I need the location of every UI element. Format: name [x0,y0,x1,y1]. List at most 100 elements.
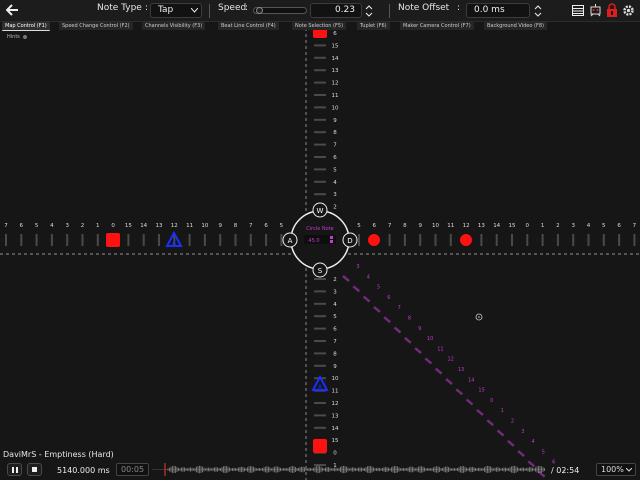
beat-tick [314,193,326,196]
beat-number-label: 10 [201,223,208,229]
beat-tick [314,131,326,134]
square-note[interactable] [106,233,120,247]
beat-tick [265,234,268,246]
diagonal-beat-tick [403,336,412,344]
beat-tick [314,464,326,466]
robot-icon[interactable] [589,3,602,18]
beat-number-label: 5 [602,223,606,229]
beat-number-label: 11 [332,93,339,99]
stop-button[interactable] [27,463,42,476]
note-offset-label: Note Offset [398,3,450,13]
beat-number-label: 7 [4,223,8,229]
beat-number-label: 7 [249,223,253,229]
circle-note[interactable] [368,234,380,246]
note-type-label: Note Type [97,3,142,13]
square-note[interactable] [313,439,327,453]
beat-tick [495,234,498,246]
beat-number-label: 9 [333,118,337,124]
diagonal-beat-label: 11 [437,346,443,352]
beat-tick [314,106,326,109]
beat-tick [314,290,326,293]
beat-number-label: 5 [333,167,337,173]
circle-note[interactable] [460,234,472,246]
chevron-down-icon [626,468,632,472]
beat-tick [314,315,326,318]
speed-slider-thumb[interactable] [256,7,263,14]
beat-tick [602,234,605,246]
lock-icon[interactable] [606,3,618,18]
beat-number-label: 10 [332,105,339,111]
spinner-icon[interactable] [365,4,373,18]
beat-number-label: 13 [156,223,163,229]
beat-tick [314,118,326,121]
spinner-icon[interactable] [534,4,542,18]
pause-icon [12,467,18,473]
diagonal-beat-label: 9 [418,326,421,332]
tab-channels-visibility[interactable]: Channels Visibility (F3) [142,22,206,30]
d-label: D [347,237,352,245]
time-ms: 5140.000 ms [57,466,110,475]
diagonal-beat-tick [506,439,515,447]
beat-tick [66,234,69,246]
pause-button[interactable] [7,463,22,476]
list-icon[interactable] [572,5,584,16]
diagonal-lane: 345678910111213141501234567 [342,264,566,478]
beat-number-label: 14 [332,426,339,432]
tab-note-selection[interactable]: Note Selection (F5) [292,22,347,30]
speed-slider[interactable] [253,7,307,14]
triangle-note[interactable]: A [165,230,183,247]
beat-number-label: 10 [332,376,339,382]
gear-icon[interactable] [622,4,635,17]
waveform[interactable] [152,465,545,474]
beat-number-label: 15 [509,223,516,229]
diagonal-beat-tick [517,450,525,458]
beat-tick [314,168,326,171]
diagonal-beat-tick [465,398,474,406]
beat-tick [35,234,38,246]
tab-speed-change-control[interactable]: Speed Change Control (F2) [59,22,133,30]
tab-map-control[interactable]: Map Control (F1) [2,22,50,31]
beat-tick [434,234,437,246]
hints-toggle[interactable]: Hints [7,34,27,40]
editor-canvas[interactable]: 7 6 5 4 3 2 1 0 15 14 13 12 11 10 9 8 7 6 5 5 6 7 8 9 10 11 12 13 14… [0,0,640,480]
beat-number-label: 5 [357,223,361,229]
note-type-select[interactable]: Tap [150,3,202,18]
beat-tick [314,402,326,404]
beat-number-label: 11 [186,223,193,229]
diagonal-beat-label: 10 [427,336,433,342]
back-arrow-icon[interactable] [6,4,19,16]
speed-input[interactable]: 0.23 [310,3,362,18]
beat-tick [314,94,326,96]
beat-number-label: 3 [65,223,69,229]
s-label: S [318,267,323,275]
current-time-input[interactable]: 00:05 [116,463,150,476]
beat-number-label: 8 [234,223,238,229]
diagonal-beat-tick [393,326,402,334]
beat-number-label: 2 [556,223,560,229]
beat-number-label: 11 [332,389,339,395]
mode-tabs: Map Control (F1) Speed Change Control (F… [0,22,560,31]
tab-tuplet[interactable]: Tuplet (F6) [357,22,390,30]
diagonal-beat-label: 3 [521,429,524,435]
tab-maker-camera-control[interactable]: Maker Camera Control (F7) [400,22,474,30]
zoom-select[interactable]: 100% [596,463,636,476]
note-offset-input[interactable]: 0.0 ms [466,3,530,18]
beat-number-label: 4 [587,223,591,229]
hints-label: Hints [7,34,20,40]
beat-number-label: 5 [333,314,337,320]
center-circle[interactable]: W A S D Circle Note 45.0 [282,202,358,278]
beat-number-label: 12 [171,223,178,229]
tab-beat-line-control[interactable]: Beat Line Control (F4) [218,22,279,30]
beat-tick [314,56,326,59]
target-icon [475,313,483,321]
beat-tick [618,234,621,246]
zoom-value: 100% [601,465,624,474]
beat-tick [314,340,326,342]
beat-tick [314,143,326,146]
diagonal-beat-tick [414,347,422,355]
beat-number-label: 15 [332,43,339,49]
beat-number-label: 13 [332,413,339,419]
beat-number-label: 9 [418,223,422,229]
tab-background-video[interactable]: Background Video (F8) [484,22,547,30]
beat-number-label: 10 [432,223,439,229]
